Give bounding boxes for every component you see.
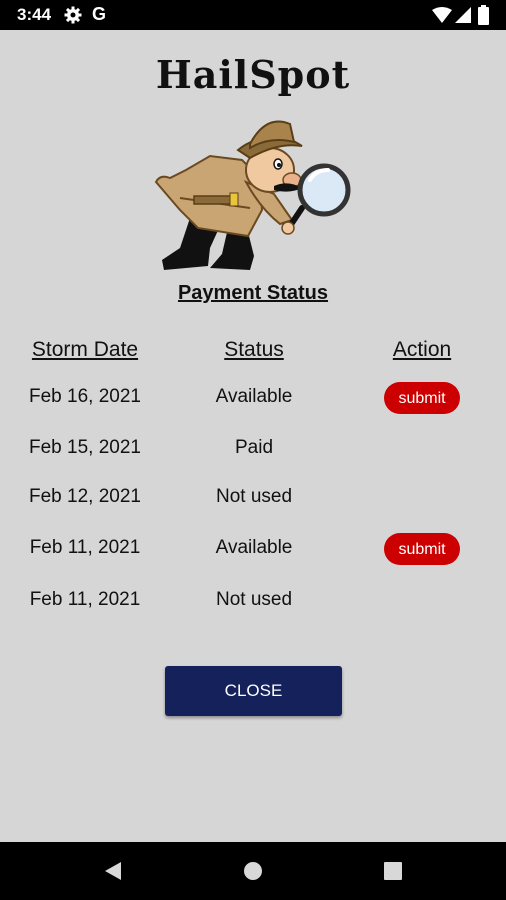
navigation-bar (0, 842, 506, 900)
column-header-storm-date: Storm Date (31, 338, 139, 361)
storm-date-cell: Feb 12, 2021 (29, 486, 141, 507)
close-button[interactable]: CLOSE (165, 666, 342, 716)
battery-icon (478, 5, 489, 30)
settings-gear-icon (64, 6, 82, 29)
table-row: Feb 12, 2021 Not used (0, 477, 506, 517)
status-cell: Available (215, 537, 293, 558)
recents-icon[interactable] (384, 862, 402, 885)
table-row: Feb 16, 2021 Available submit (0, 377, 506, 417)
app-title: HailSpot (155, 52, 351, 97)
column-header-action: Action (392, 338, 452, 361)
submit-button[interactable]: submit (384, 382, 460, 414)
submit-button[interactable]: submit (384, 533, 460, 565)
status-bar: 3:44 G (0, 0, 506, 30)
back-icon[interactable] (101, 860, 123, 887)
storm-date-cell: Feb 11, 2021 (29, 589, 141, 610)
status-time: 3:44 (17, 5, 52, 24)
storm-date-cell: Feb 16, 2021 (29, 386, 141, 407)
status-cell: Paid (234, 437, 274, 458)
storm-date-cell: Feb 11, 2021 (29, 537, 141, 558)
wifi-icon (432, 7, 452, 28)
google-g-icon: G (92, 4, 107, 24)
home-icon[interactable] (243, 861, 263, 886)
table-row: Feb 11, 2021 Not used (0, 580, 506, 620)
main-content: HailSpot Payment Status Storm Date Statu… (0, 30, 506, 842)
screen: 3:44 G HailSpot Payment Status Storm Dat… (0, 0, 506, 900)
status-cell: Not used (215, 589, 293, 610)
storm-date-cell: Feb 15, 2021 (29, 437, 141, 458)
status-cell: Available (215, 386, 293, 407)
table-row: Feb 15, 2021 Paid (0, 428, 506, 468)
column-header-status: Status (224, 338, 284, 361)
table-row: Feb 11, 2021 Available submit (0, 528, 506, 568)
section-title: Payment Status (177, 282, 329, 304)
detective-mascot-image (150, 98, 355, 283)
status-cell: Not used (215, 486, 293, 507)
signal-icon (455, 7, 471, 28)
